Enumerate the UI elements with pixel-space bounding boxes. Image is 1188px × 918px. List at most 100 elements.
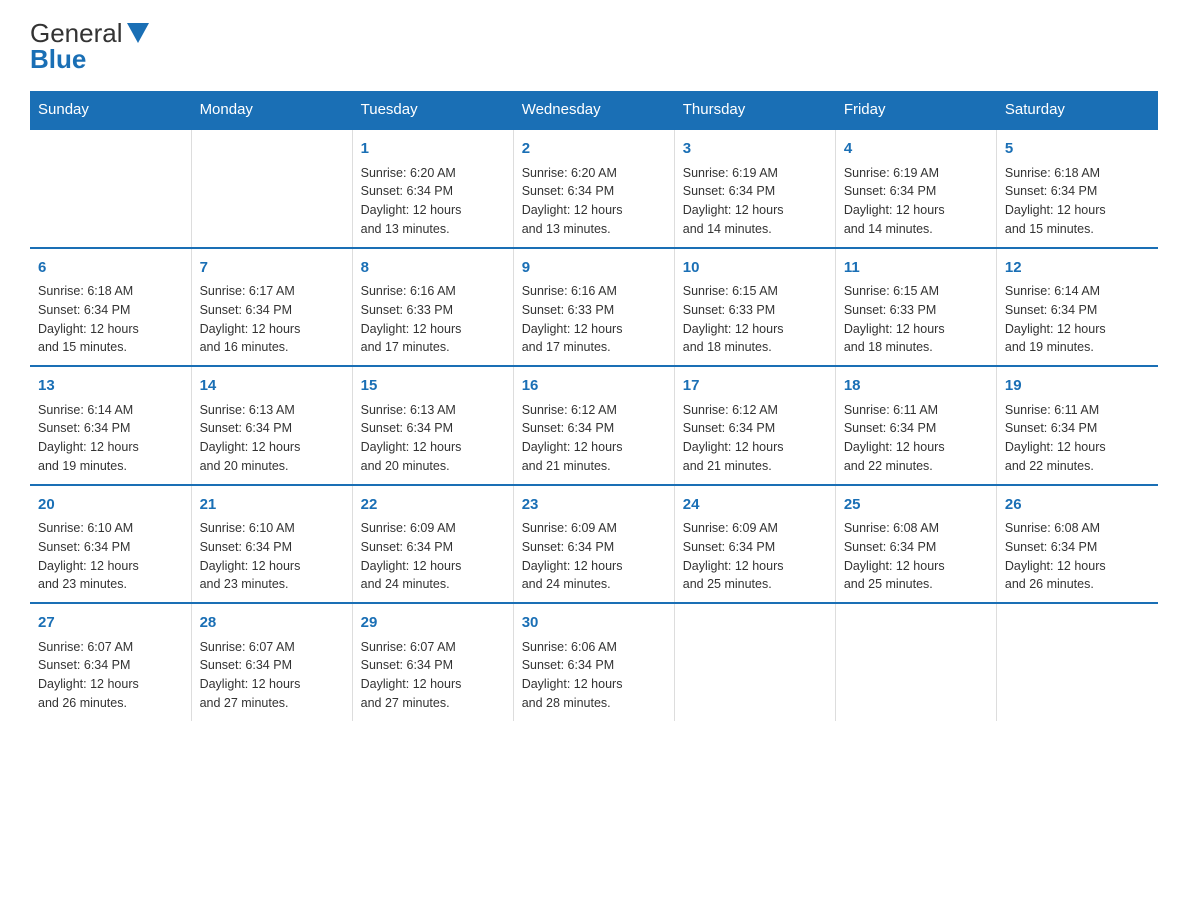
- day-number: 25: [844, 494, 988, 517]
- day-number: 6: [38, 257, 183, 280]
- calendar-cell: [30, 129, 191, 248]
- day-number: 28: [200, 612, 344, 635]
- day-number: 17: [683, 375, 827, 398]
- calendar-cell: 24Sunrise: 6:09 AM Sunset: 6:34 PM Dayli…: [674, 485, 835, 604]
- day-info: Sunrise: 6:10 AM Sunset: 6:34 PM Dayligh…: [38, 519, 183, 594]
- day-info: Sunrise: 6:16 AM Sunset: 6:33 PM Dayligh…: [522, 282, 666, 357]
- calendar-cell: 4 Sunrise: 6:19 AM Sunset: 6:34 PM Daylig…: [835, 129, 996, 248]
- weekday-header-tuesday: Tuesday: [352, 91, 513, 129]
- day-info: Sunrise: 6:09 AM Sunset: 6:34 PM Dayligh…: [683, 519, 827, 594]
- day-info: Sunrise: 6:18 AM Sunset: 6:34 PM Dayligh…: [38, 282, 183, 357]
- calendar-cell: 6Sunrise: 6:18 AM Sunset: 6:34 PM Daylig…: [30, 248, 191, 367]
- day-number: 24: [683, 494, 827, 517]
- day-number: 30: [522, 612, 666, 635]
- weekday-header-saturday: Saturday: [996, 91, 1157, 129]
- weekday-header-monday: Monday: [191, 91, 352, 129]
- day-info: Sunrise: 6:15 AM Sunset: 6:33 PM Dayligh…: [844, 282, 988, 357]
- weekday-header-friday: Friday: [835, 91, 996, 129]
- calendar-cell: 19Sunrise: 6:11 AM Sunset: 6:34 PM Dayli…: [996, 366, 1157, 485]
- calendar-cell: [191, 129, 352, 248]
- day-info: Sunrise: 6:10 AM Sunset: 6:34 PM Dayligh…: [200, 519, 344, 594]
- day-info: Sunrise: 6:06 AM Sunset: 6:34 PM Dayligh…: [522, 638, 666, 713]
- day-number: 22: [361, 494, 505, 517]
- day-number: 21: [200, 494, 344, 517]
- logo: General Blue: [30, 20, 149, 73]
- day-number: 27: [38, 612, 183, 635]
- day-number: 18: [844, 375, 988, 398]
- day-info: Sunrise: 6:17 AM Sunset: 6:34 PM Dayligh…: [200, 282, 344, 357]
- calendar-cell: 8Sunrise: 6:16 AM Sunset: 6:33 PM Daylig…: [352, 248, 513, 367]
- day-number: 23: [522, 494, 666, 517]
- day-number: 12: [1005, 257, 1150, 280]
- calendar-cell: 9Sunrise: 6:16 AM Sunset: 6:33 PM Daylig…: [513, 248, 674, 367]
- day-info: Sunrise: 6:16 AM Sunset: 6:33 PM Dayligh…: [361, 282, 505, 357]
- calendar-cell: 21Sunrise: 6:10 AM Sunset: 6:34 PM Dayli…: [191, 485, 352, 604]
- logo-arrow-icon: [127, 23, 149, 43]
- weekday-header-row: SundayMondayTuesdayWednesdayThursdayFrid…: [30, 91, 1158, 129]
- calendar-cell: 26Sunrise: 6:08 AM Sunset: 6:34 PM Dayli…: [996, 485, 1157, 604]
- day-info: Sunrise: 6:07 AM Sunset: 6:34 PM Dayligh…: [38, 638, 183, 713]
- weekday-header-sunday: Sunday: [30, 91, 191, 129]
- calendar-cell: 5 Sunrise: 6:18 AM Sunset: 6:34 PM Daylig…: [996, 129, 1157, 248]
- day-number: 14: [200, 375, 344, 398]
- calendar-cell: 16 Sunrise: 6:12 AM Sunset: 6:34 PM Dayli…: [513, 366, 674, 485]
- calendar-cell: 2Sunrise: 6:20 AM Sunset: 6:34 PM Daylig…: [513, 129, 674, 248]
- day-number: 3: [683, 138, 827, 161]
- logo-text-general: General: [30, 20, 123, 46]
- day-info: Sunrise: 6:09 AM Sunset: 6:34 PM Dayligh…: [522, 519, 666, 594]
- day-number: 15: [361, 375, 505, 398]
- calendar-cell: 1Sunrise: 6:20 AM Sunset: 6:34 PM Daylig…: [352, 129, 513, 248]
- calendar-cell: [996, 603, 1157, 721]
- calendar-week-row: 20Sunrise: 6:10 AM Sunset: 6:34 PM Dayli…: [30, 485, 1158, 604]
- day-number: 5: [1005, 138, 1150, 161]
- calendar-cell: 27 Sunrise: 6:07 AM Sunset: 6:34 PM Dayli…: [30, 603, 191, 721]
- calendar-cell: 28 Sunrise: 6:07 AM Sunset: 6:34 PM Dayli…: [191, 603, 352, 721]
- day-number: 29: [361, 612, 505, 635]
- day-number: 11: [844, 257, 988, 280]
- calendar-week-row: 6Sunrise: 6:18 AM Sunset: 6:34 PM Daylig…: [30, 248, 1158, 367]
- logo-text-blue: Blue: [30, 44, 86, 74]
- day-info: Sunrise: 6:07 AM Sunset: 6:34 PM Dayligh…: [200, 638, 344, 713]
- calendar-cell: 13Sunrise: 6:14 AM Sunset: 6:34 PM Dayli…: [30, 366, 191, 485]
- calendar-cell: 10Sunrise: 6:15 AM Sunset: 6:33 PM Dayli…: [674, 248, 835, 367]
- day-number: 19: [1005, 375, 1150, 398]
- day-info: Sunrise: 6:20 AM Sunset: 6:34 PM Dayligh…: [361, 164, 505, 239]
- calendar-cell: 18 Sunrise: 6:11 AM Sunset: 6:34 PM Dayli…: [835, 366, 996, 485]
- day-info: Sunrise: 6:15 AM Sunset: 6:33 PM Dayligh…: [683, 282, 827, 357]
- page-header: General Blue: [30, 20, 1158, 73]
- calendar-cell: 22Sunrise: 6:09 AM Sunset: 6:34 PM Dayli…: [352, 485, 513, 604]
- calendar-cell: 17 Sunrise: 6:12 AM Sunset: 6:34 PM Dayli…: [674, 366, 835, 485]
- day-info: Sunrise: 6:14 AM Sunset: 6:34 PM Dayligh…: [38, 401, 183, 476]
- day-info: Sunrise: 6:18 AM Sunset: 6:34 PM Dayligh…: [1005, 164, 1150, 239]
- day-info: Sunrise: 6:13 AM Sunset: 6:34 PM Dayligh…: [361, 401, 505, 476]
- day-number: 9: [522, 257, 666, 280]
- calendar-cell: 30 Sunrise: 6:06 AM Sunset: 6:34 PM Dayli…: [513, 603, 674, 721]
- day-info: Sunrise: 6:11 AM Sunset: 6:34 PM Dayligh…: [844, 401, 988, 476]
- weekday-header-thursday: Thursday: [674, 91, 835, 129]
- calendar-cell: 14Sunrise: 6:13 AM Sunset: 6:34 PM Dayli…: [191, 366, 352, 485]
- calendar-week-row: 1Sunrise: 6:20 AM Sunset: 6:34 PM Daylig…: [30, 129, 1158, 248]
- day-info: Sunrise: 6:19 AM Sunset: 6:34 PM Dayligh…: [844, 164, 988, 239]
- day-number: 20: [38, 494, 183, 517]
- day-info: Sunrise: 6:07 AM Sunset: 6:34 PM Dayligh…: [361, 638, 505, 713]
- calendar-cell: 11Sunrise: 6:15 AM Sunset: 6:33 PM Dayli…: [835, 248, 996, 367]
- calendar-cell: 29 Sunrise: 6:07 AM Sunset: 6:34 PM Dayli…: [352, 603, 513, 721]
- calendar-week-row: 13Sunrise: 6:14 AM Sunset: 6:34 PM Dayli…: [30, 366, 1158, 485]
- day-number: 10: [683, 257, 827, 280]
- calendar-cell: [674, 603, 835, 721]
- weekday-header-wednesday: Wednesday: [513, 91, 674, 129]
- day-info: Sunrise: 6:12 AM Sunset: 6:34 PM Dayligh…: [522, 401, 666, 476]
- calendar-cell: 12Sunrise: 6:14 AM Sunset: 6:34 PM Dayli…: [996, 248, 1157, 367]
- day-number: 16: [522, 375, 666, 398]
- calendar-cell: [835, 603, 996, 721]
- day-info: Sunrise: 6:09 AM Sunset: 6:34 PM Dayligh…: [361, 519, 505, 594]
- calendar-cell: 23Sunrise: 6:09 AM Sunset: 6:34 PM Dayli…: [513, 485, 674, 604]
- calendar-cell: 20Sunrise: 6:10 AM Sunset: 6:34 PM Dayli…: [30, 485, 191, 604]
- day-number: 4: [844, 138, 988, 161]
- calendar-cell: 3 Sunrise: 6:19 AM Sunset: 6:34 PM Daylig…: [674, 129, 835, 248]
- day-number: 2: [522, 138, 666, 161]
- day-number: 26: [1005, 494, 1150, 517]
- day-info: Sunrise: 6:12 AM Sunset: 6:34 PM Dayligh…: [683, 401, 827, 476]
- calendar-cell: 15 Sunrise: 6:13 AM Sunset: 6:34 PM Dayli…: [352, 366, 513, 485]
- day-info: Sunrise: 6:19 AM Sunset: 6:34 PM Dayligh…: [683, 164, 827, 239]
